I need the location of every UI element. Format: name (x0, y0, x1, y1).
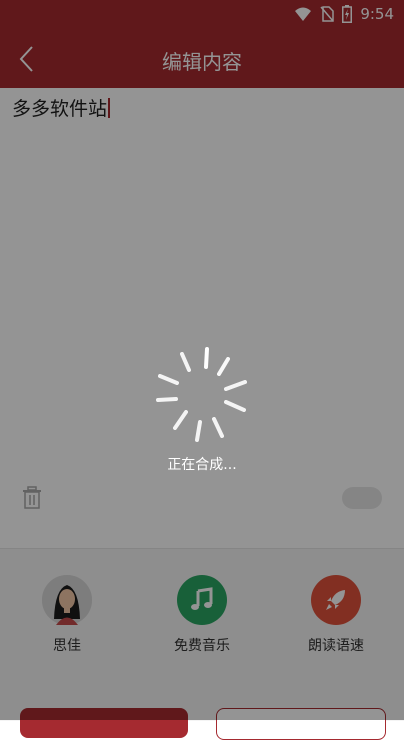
loading-spinner-icon (156, 347, 247, 442)
loading-text: 正在合成... (167, 457, 237, 473)
loading-overlay: 正在合成... (0, 0, 404, 720)
